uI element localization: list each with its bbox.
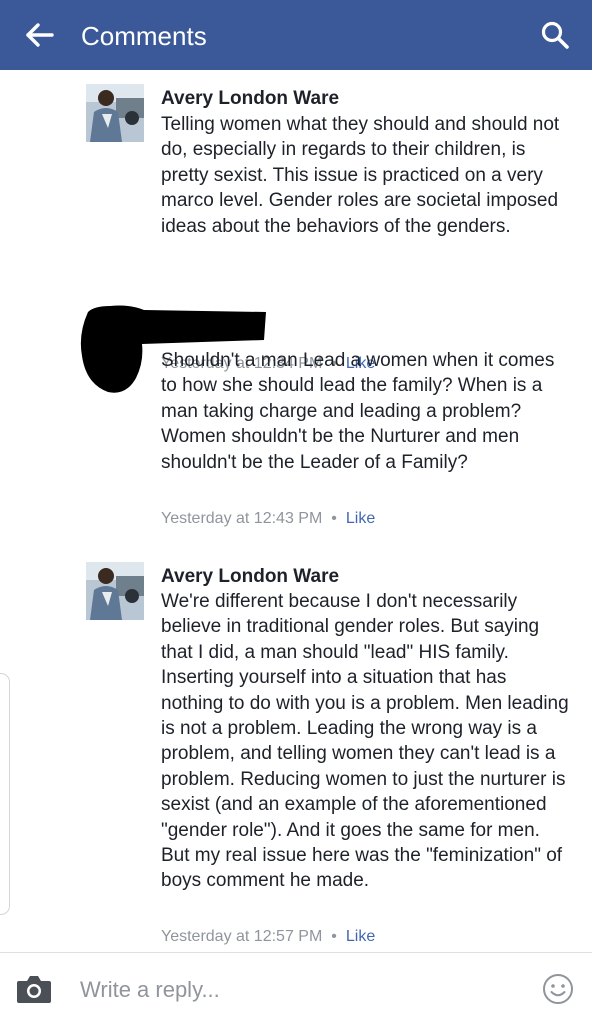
- like-button[interactable]: Like: [346, 928, 375, 945]
- avatar[interactable]: [86, 84, 144, 142]
- like-button[interactable]: Like: [346, 510, 375, 527]
- separator-dot: •: [331, 510, 337, 527]
- separator-dot: •: [331, 928, 337, 945]
- comment-text: Shouldn't a man Lead a women when it com…: [161, 350, 555, 473]
- search-icon[interactable]: [540, 20, 570, 50]
- comment-author[interactable]: Avery London Ware: [161, 87, 339, 111]
- comment-author[interactable]: Avery London Ware: [161, 565, 339, 589]
- comment-meta: Yesterday at 12:57 PM • Like: [161, 927, 375, 947]
- camera-icon[interactable]: [16, 973, 52, 1005]
- comment-meta: Yesterday at 12:43 PM • Like: [161, 509, 375, 529]
- reply-input[interactable]: Write a reply...: [80, 975, 520, 1005]
- top-app-bar: Comments: [0, 0, 592, 70]
- avatar[interactable]: [86, 562, 144, 620]
- page-title: Comments: [81, 21, 207, 51]
- arrow-left-icon[interactable]: [22, 18, 56, 52]
- reply-composer: Write a reply...: [0, 952, 592, 1024]
- side-panel-edge: [0, 673, 10, 915]
- comment-text: We're different because I don't necessar…: [161, 591, 569, 892]
- comment-timestamp: Yesterday at 12:43 PM: [161, 510, 323, 527]
- comment-text: Telling women what they should and shoul…: [161, 114, 560, 237]
- comment-timestamp: Yesterday at 12:57 PM: [161, 928, 323, 945]
- smiley-icon[interactable]: [542, 973, 574, 1005]
